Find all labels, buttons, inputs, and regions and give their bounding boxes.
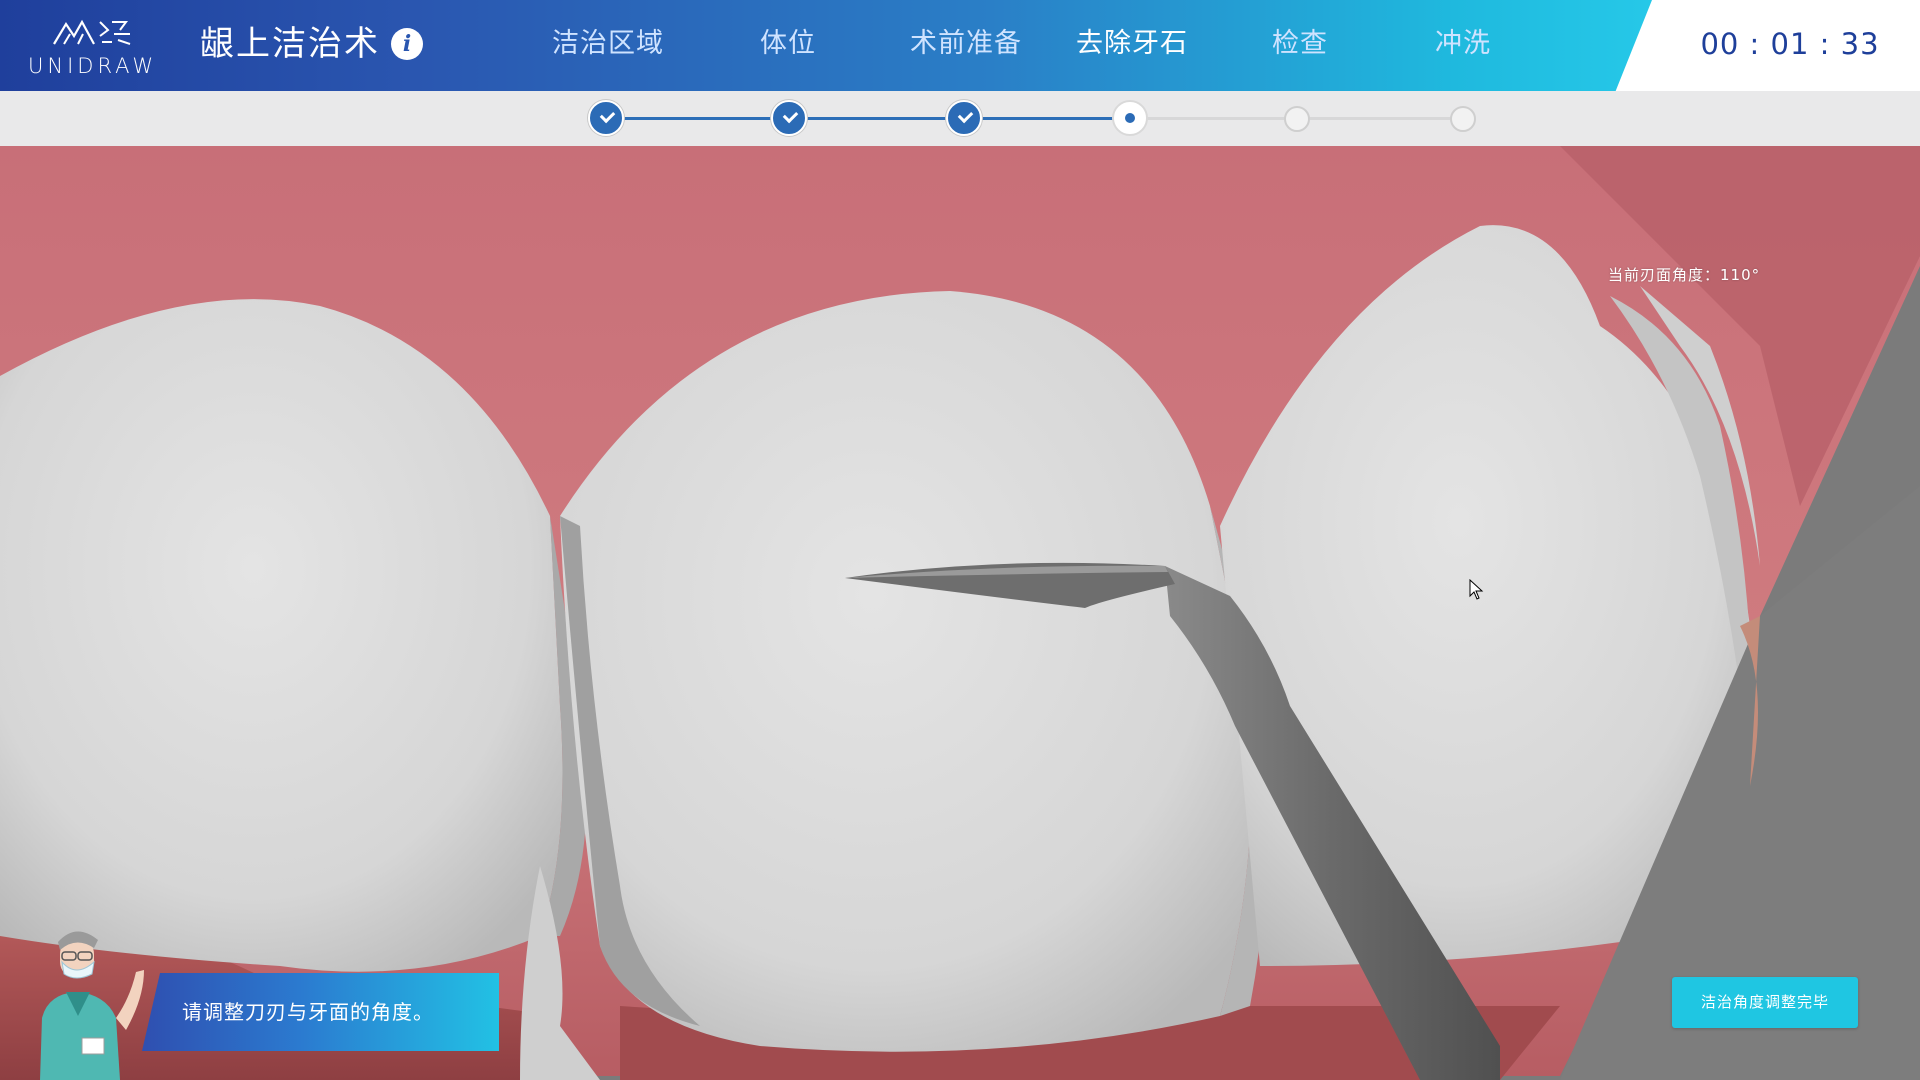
confirm-angle-button[interactable]: 洁治角度调整完毕	[1672, 977, 1858, 1028]
doctor-avatar	[40, 931, 144, 1080]
step-pending-icon[interactable]	[1284, 106, 1310, 132]
blade-angle-readout: 当前刃面角度：110°	[1608, 266, 1761, 284]
info-icon[interactable]: i	[391, 28, 423, 60]
step-connector	[1130, 117, 1296, 120]
timer: 00 : 01 : 33	[1700, 27, 1880, 61]
page-title: 龈上洁治术	[200, 24, 380, 64]
tab-position[interactable]: 体位	[718, 22, 858, 66]
top-bar: UNIDRAW 龈上洁治术 i 洁治区域 体位 术前准备 去除牙石 检查 冲洗 …	[0, 0, 1920, 91]
logo-mark-icon	[53, 19, 131, 45]
logo: UNIDRAW	[28, 12, 156, 78]
instruction-bubble: 请调整刀刃与牙面的角度。	[142, 973, 499, 1051]
mouse-cursor-icon	[1469, 579, 1484, 600]
step-done-check-icon[interactable]	[946, 100, 982, 136]
step-connector	[606, 117, 790, 120]
3d-viewport[interactable]: 当前刃面角度：110° 请调整刀刃与牙面的角度。 洁治角度调整完毕	[0, 146, 1920, 1080]
step-done-check-icon[interactable]	[771, 100, 807, 136]
tab-remove-calculus[interactable]: 去除牙石	[1062, 22, 1202, 66]
tab-scaling-area[interactable]: 洁治区域	[538, 22, 678, 66]
tab-preparation[interactable]: 术前准备	[896, 22, 1036, 66]
step-connector	[1296, 117, 1462, 120]
tooth-center	[560, 291, 1252, 1052]
step-done-check-icon[interactable]	[588, 100, 624, 136]
progress-stepper	[0, 91, 1920, 146]
step-connector	[964, 117, 1130, 120]
tab-inspection[interactable]: 检查	[1230, 22, 1370, 66]
dental-scene	[0, 146, 1920, 1080]
step-current-icon[interactable]	[1112, 100, 1148, 136]
step-pending-icon[interactable]	[1450, 106, 1476, 132]
tab-rinse[interactable]: 冲洗	[1393, 22, 1533, 66]
step-connector	[790, 117, 964, 120]
logo-text: UNIDRAW	[28, 54, 158, 78]
